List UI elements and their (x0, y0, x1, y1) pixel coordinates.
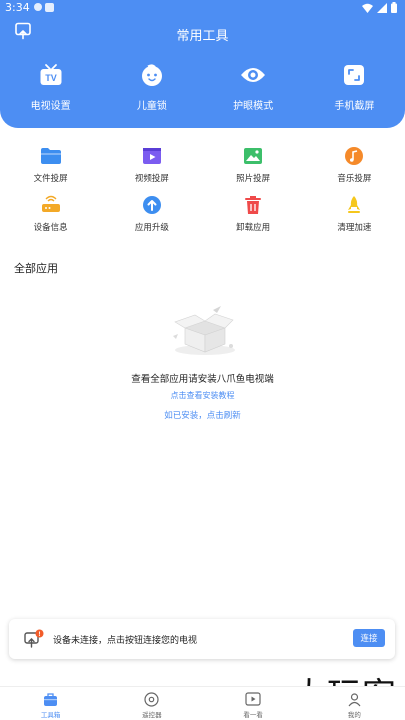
tool-file-cast[interactable]: 文件投屏 (0, 145, 101, 184)
nav-watch[interactable]: 看一看 (203, 687, 304, 720)
watch-icon (245, 691, 261, 707)
router-icon (40, 194, 62, 216)
status-time: 3:34 (5, 1, 30, 14)
tv-icon: TV (38, 62, 64, 88)
tool-label: 音乐投屏 (337, 174, 372, 184)
music-icon (343, 145, 365, 167)
page-title: 常用工具 (176, 29, 229, 44)
disconnected-tv-icon: ! (24, 629, 44, 649)
folder-icon (40, 145, 62, 167)
refresh-link[interactable]: 如已安装，点击刷新 (0, 409, 405, 421)
tool-label: 电视设置 (30, 101, 71, 112)
nav-label: 遥控器 (142, 711, 162, 719)
tool-clean-speedup[interactable]: 清理加速 (304, 194, 405, 233)
tool-tv-settings[interactable]: TV 电视设置 (0, 62, 101, 112)
empty-message: 查看全部应用请安装八爪鱼电视端 (131, 374, 274, 385)
tool-label: 文件投屏 (33, 174, 68, 184)
tool-phone-screenshot[interactable]: 手机截屏 (304, 62, 405, 112)
top-tools: TV 电视设置 儿童锁 护眼模式 手机截屏 (0, 62, 405, 112)
tool-child-lock[interactable]: 儿童锁 (101, 62, 202, 112)
rocket-icon (343, 194, 365, 216)
notification-icons (34, 3, 54, 12)
tool-video-cast[interactable]: 视频投屏 (101, 145, 202, 184)
screenshot-icon (341, 62, 367, 88)
tool-device-info[interactable]: 设备信息 (0, 194, 101, 233)
tool-photo-cast[interactable]: 照片投屏 (203, 145, 304, 184)
eye-icon (240, 62, 266, 88)
child-face-icon (139, 62, 165, 88)
header-panel: 3:34 常用工具 TV 电视设置 儿童锁 护眼模式 手机截屏 (0, 0, 405, 128)
trash-icon (242, 194, 264, 216)
tool-uninstall-app[interactable]: 卸载应用 (203, 194, 304, 233)
nav-remote[interactable]: 遥控器 (101, 687, 202, 720)
tool-label: 设备信息 (33, 223, 68, 233)
tool-label: 手机截屏 (334, 101, 375, 112)
status-bar: 3:34 (0, 0, 405, 16)
install-tutorial-link[interactable]: 点击查看安装教程 (0, 390, 405, 401)
empty-box-illustration (165, 302, 243, 358)
remote-icon (144, 691, 160, 707)
signal-icon (377, 2, 387, 13)
toolbox-icon (43, 691, 59, 707)
nav-label: 看一看 (243, 711, 263, 719)
nav-label: 我的 (347, 711, 361, 719)
battery-icon (391, 2, 397, 13)
upgrade-icon (141, 194, 163, 216)
tool-grid-row-1: 文件投屏 视频投屏 照片投屏 音乐投屏 (0, 145, 405, 184)
tool-label: 清理加速 (337, 223, 372, 233)
tool-label: 儿童锁 (136, 101, 167, 112)
nav-profile[interactable]: 我的 (304, 687, 405, 720)
tool-label: 照片投屏 (236, 174, 271, 184)
connect-button[interactable]: 连接 (353, 629, 385, 647)
status-right-icons (362, 2, 397, 13)
bottom-nav: 工具箱 遥控器 看一看 我的 (0, 686, 405, 720)
tool-label: 应用升级 (134, 223, 169, 233)
tool-app-upgrade[interactable]: 应用升级 (101, 194, 202, 233)
video-icon (141, 145, 163, 167)
download-notification-icon (34, 3, 42, 11)
svg-text:TV: TV (45, 73, 57, 83)
tool-label: 视频投屏 (134, 174, 169, 184)
tool-label: 护眼模式 (233, 101, 274, 112)
connect-bar: ! 设备未连接，点击按钮连接您的电视 连接 (9, 619, 395, 659)
all-apps-title: 全部应用 (14, 262, 58, 275)
wifi-icon (362, 3, 373, 13)
tool-eye-care[interactable]: 护眼模式 (203, 62, 304, 112)
app-notification-icon (45, 3, 54, 12)
alert-badge: ! (38, 631, 40, 638)
photo-icon (242, 145, 264, 167)
tool-grid-row-2: 设备信息 应用升级 卸载应用 清理加速 (0, 194, 405, 233)
tool-music-cast[interactable]: 音乐投屏 (304, 145, 405, 184)
tool-label: 卸载应用 (236, 223, 271, 233)
profile-icon (346, 691, 362, 707)
nav-label: 工具箱 (40, 711, 61, 719)
connect-message: 设备未连接，点击按钮连接您的电视 (53, 636, 198, 646)
nav-toolbox[interactable]: 工具箱 (0, 687, 101, 720)
